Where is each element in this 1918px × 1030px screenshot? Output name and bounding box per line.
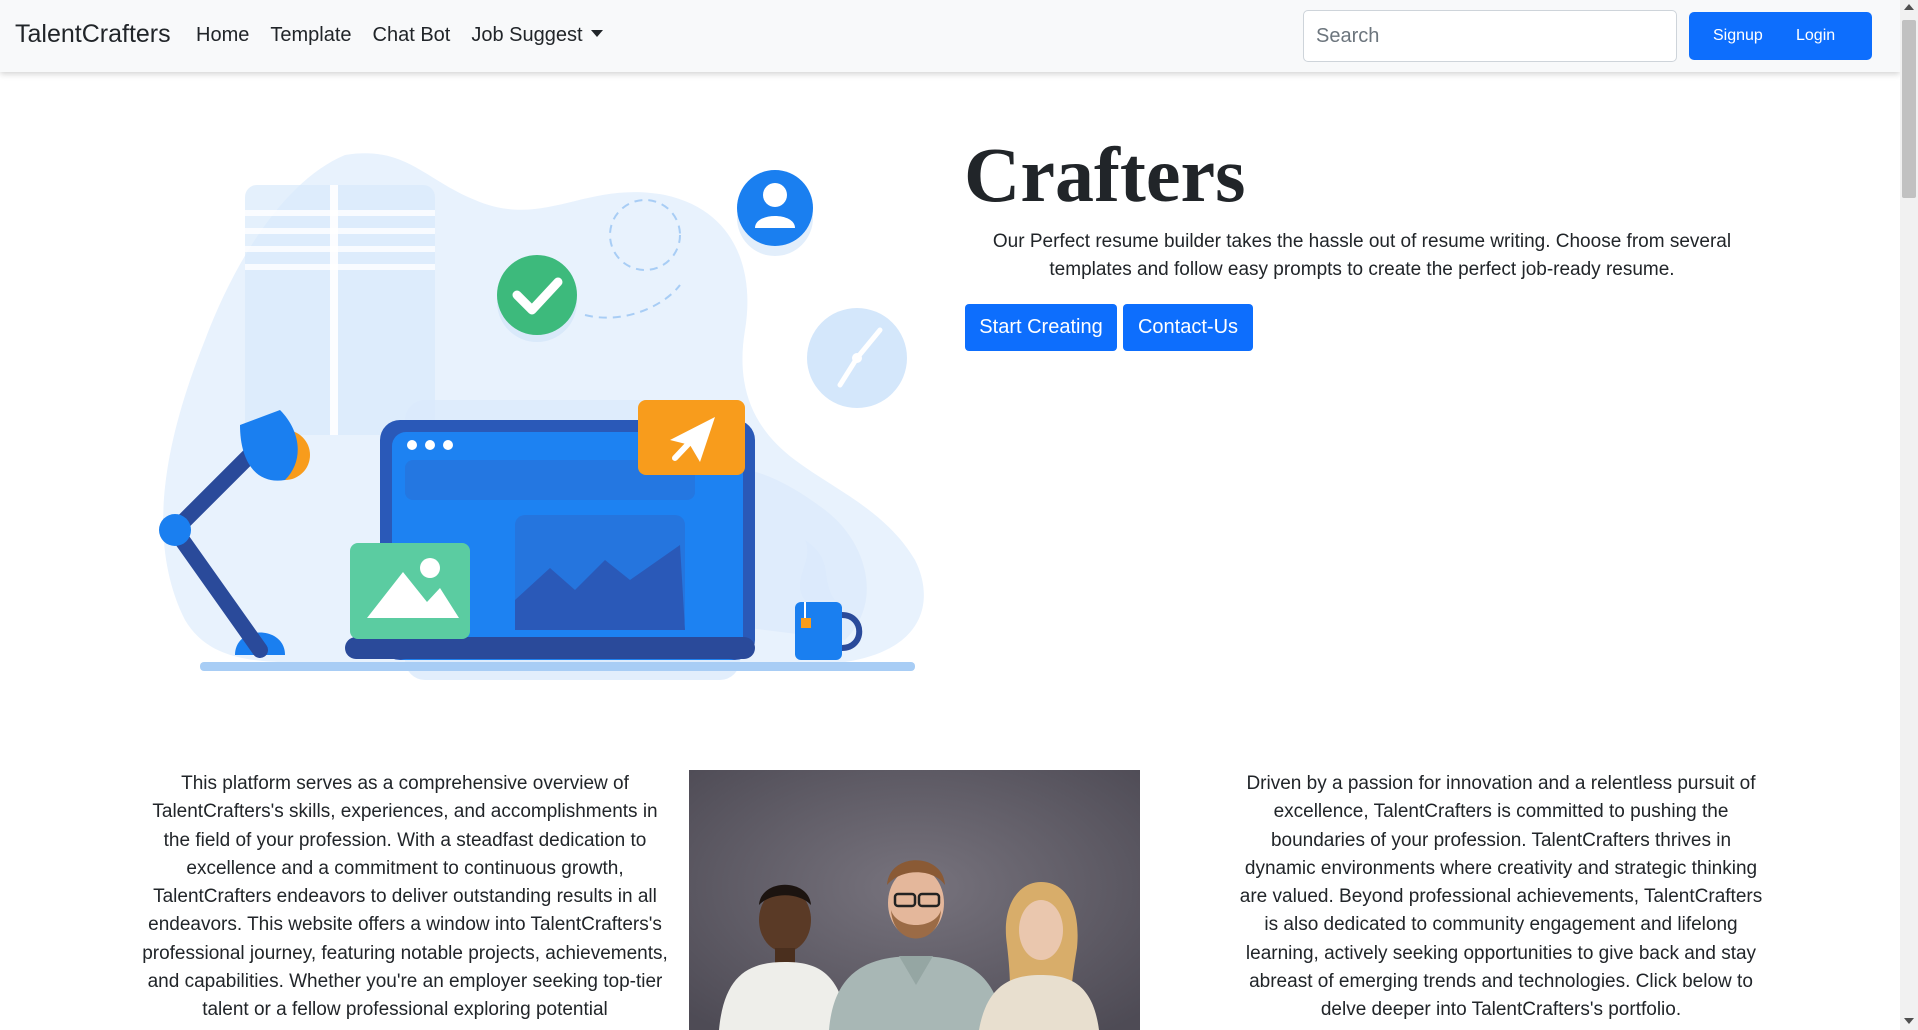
hero-illustration <box>159 153 924 680</box>
send-icon <box>638 400 745 475</box>
hero-description: Our Perfect resume builder takes the has… <box>992 231 1732 280</box>
clock-icon <box>807 308 907 408</box>
scroll-up-arrow-icon[interactable] <box>1904 4 1914 10</box>
login-button[interactable]: Login <box>1796 27 1835 45</box>
about-left-text: This platform serves as a comprehensive … <box>142 773 668 1021</box>
nav-link-job-suggest-label: Job Suggest <box>471 24 583 46</box>
vertical-scrollbar[interactable] <box>1900 0 1918 1030</box>
brand-logo[interactable]: TalentCrafters <box>15 20 171 49</box>
hero-title: Crafters <box>964 131 1246 218</box>
nav-links: Home Template Chat Bot Job Suggest <box>196 24 603 47</box>
nav-dropdown-job-suggest[interactable]: Job Suggest <box>471 24 603 47</box>
contact-us-button[interactable]: Contact-Us <box>1123 304 1253 351</box>
check-icon <box>497 255 577 342</box>
scrollbar-thumb[interactable] <box>1902 20 1916 198</box>
navbar: TalentCrafters Home Template Chat Bot Jo… <box>0 0 1900 72</box>
signup-button[interactable]: Signup <box>1713 27 1763 45</box>
nav-link-template[interactable]: Template <box>270 24 351 47</box>
image-icon <box>350 543 470 639</box>
team-photo <box>689 770 1140 1030</box>
search-input[interactable] <box>1303 10 1677 62</box>
start-creating-button[interactable]: Start Creating <box>965 304 1117 351</box>
user-icon <box>737 170 813 256</box>
scroll-down-arrow-icon[interactable] <box>1904 1018 1914 1024</box>
chevron-down-icon <box>590 30 603 37</box>
about-right-text: Driven by a passion for innovation and a… <box>1239 773 1763 1021</box>
auth-button-group: Signup Login <box>1689 12 1872 60</box>
nav-link-home[interactable]: Home <box>196 24 249 47</box>
nav-link-chat-bot[interactable]: Chat Bot <box>373 24 451 47</box>
